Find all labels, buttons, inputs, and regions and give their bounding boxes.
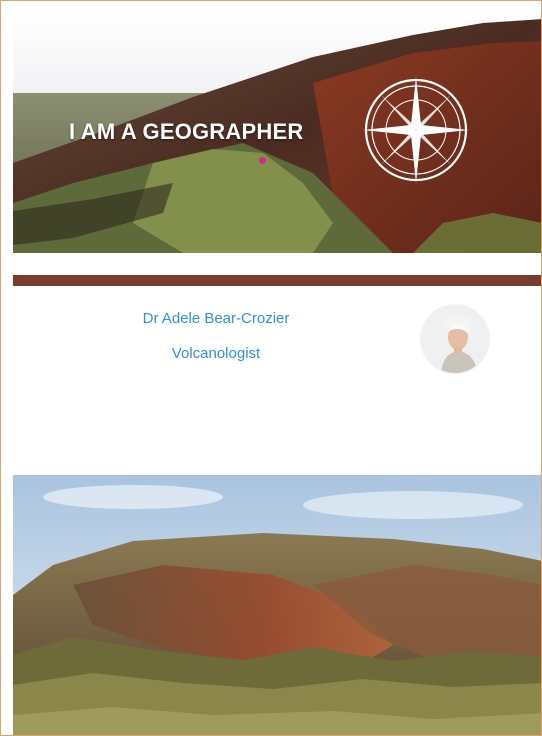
section-divider (13, 275, 541, 286)
banner-title: I AM A GEOGRAPHER (69, 119, 304, 144)
volcano-crater-image (13, 475, 541, 735)
avatar (421, 305, 489, 373)
page: I AM A GEOGRAPHER Dr Adele Bear-Crozier … (0, 0, 542, 736)
portrait-icon (421, 305, 489, 373)
profile-role: Volcanologist (171, 345, 261, 362)
compass-rose-icon (363, 77, 469, 183)
crater-photo (13, 475, 541, 735)
location-dot-icon (259, 157, 266, 164)
header-banner: I AM A GEOGRAPHER (13, 13, 541, 253)
profile-name: Dr Adele Bear-Crozier (142, 310, 290, 327)
